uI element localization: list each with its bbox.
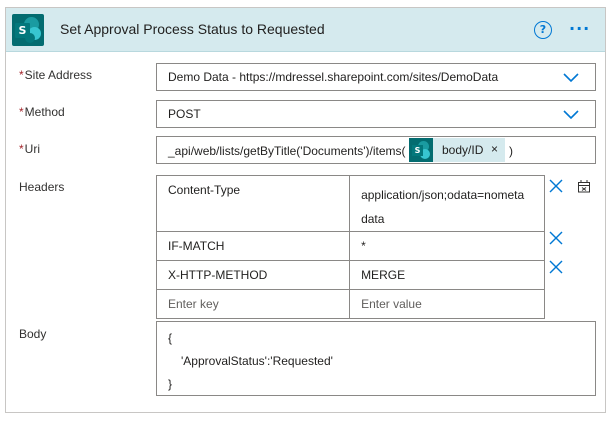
header-key-cell[interactable]: X-HTTP-METHOD: [155, 260, 351, 290]
body-editor[interactable]: { 'ApprovalStatus':'Requested' }: [156, 321, 596, 396]
table-row: X-HTTP-METHOD MERGE: [155, 260, 545, 290]
header-key-cell[interactable]: IF-MATCH: [155, 231, 351, 261]
sharepoint-icon: S: [409, 138, 433, 162]
action-card: S Set Approval Process Status to Request…: [5, 7, 606, 413]
site-address-dropdown[interactable]: Demo Data - https://mdressel.sharepoint.…: [156, 63, 596, 91]
site-address-label: *Site Address: [19, 68, 93, 82]
more-options-icon[interactable]: ···: [569, 21, 590, 37]
chevron-down-icon[interactable]: [563, 108, 579, 120]
header-key-cell[interactable]: Content-Type: [155, 175, 351, 232]
headers-label: Headers: [19, 180, 65, 194]
action-header[interactable]: S Set Approval Process Status to Request…: [6, 8, 605, 52]
body-label: Body: [19, 327, 47, 341]
required-marker: *: [19, 142, 24, 156]
header-value-cell[interactable]: application/json;odata=nometa data: [349, 175, 545, 232]
table-row: Content-Type application/json;odata=nome…: [155, 175, 545, 232]
required-marker: *: [19, 105, 24, 119]
close-icon[interactable]: [549, 260, 563, 274]
header-value-cell[interactable]: MERGE: [349, 260, 545, 290]
body-line: {: [168, 331, 173, 345]
close-icon[interactable]: [549, 179, 563, 193]
chevron-down-icon[interactable]: [563, 71, 579, 83]
uri-input[interactable]: _api/web/lists/getByTitle('Documents')/i…: [156, 136, 596, 164]
uri-prefix: _api/web/lists/getByTitle('Documents')/i…: [168, 144, 406, 158]
help-icon[interactable]: ?: [534, 21, 552, 39]
header-key-input[interactable]: Enter key: [155, 289, 351, 319]
site-address-value: Demo Data - https://mdressel.sharepoint.…: [168, 70, 499, 84]
method-value: POST: [168, 107, 201, 121]
uri-label: *Uri: [19, 142, 40, 156]
method-dropdown[interactable]: POST: [156, 100, 596, 128]
sharepoint-icon: S: [12, 14, 44, 46]
required-marker: *: [19, 68, 24, 82]
header-value-input[interactable]: Enter value: [349, 289, 545, 319]
token-remove-icon[interactable]: ×: [491, 142, 498, 156]
close-icon[interactable]: [549, 231, 563, 245]
headers-table: Content-Type application/json;odata=nome…: [155, 175, 545, 319]
header-value-cell[interactable]: *: [349, 231, 545, 261]
action-title[interactable]: Set Approval Process Status to Requested: [60, 21, 325, 37]
method-label: *Method: [19, 105, 65, 119]
body-line: }: [168, 377, 173, 391]
table-row: IF-MATCH *: [155, 231, 545, 261]
uri-suffix: ): [509, 144, 513, 158]
body-line: 'ApprovalStatus':'Requested': [181, 354, 333, 368]
token-label: body/ID: [442, 143, 484, 157]
dynamic-content-token[interactable]: S body/ID ×: [409, 138, 505, 162]
clear-table-icon[interactable]: [577, 179, 591, 193]
table-row: Enter key Enter value: [155, 289, 545, 319]
